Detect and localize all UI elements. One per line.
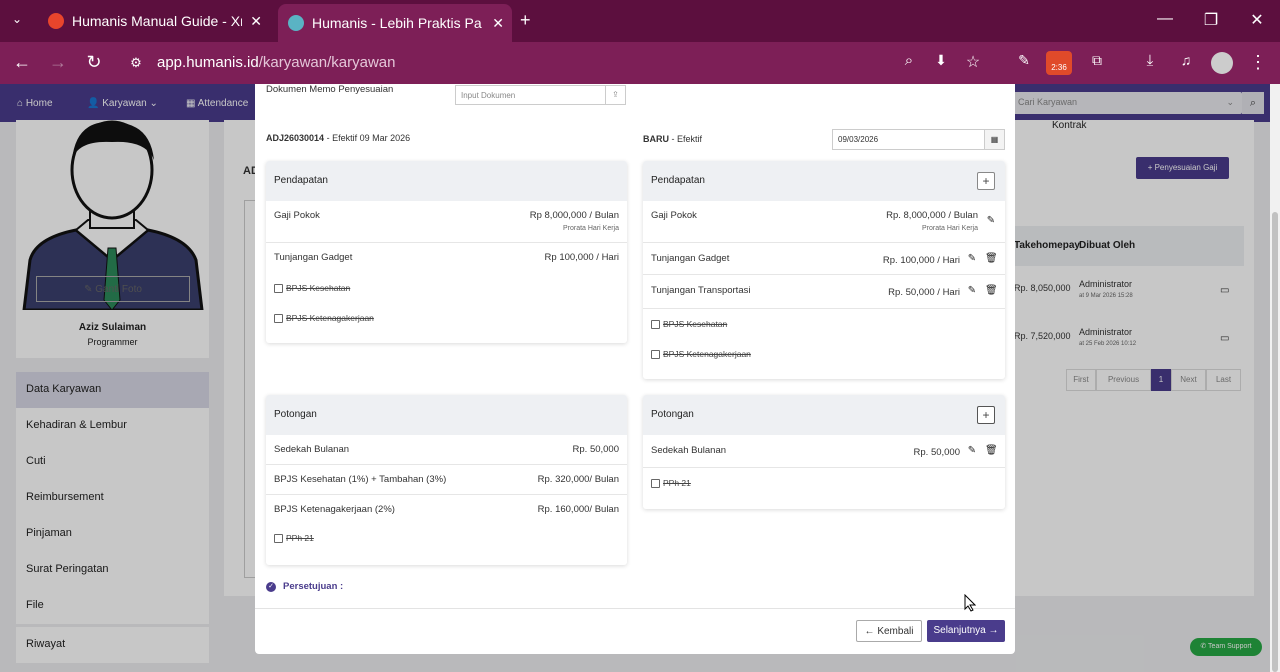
humanis-favicon-icon: [288, 15, 304, 31]
bpjs-kesehatan-checkbox[interactable]: [274, 284, 283, 293]
pph21-checkbox[interactable]: [651, 479, 660, 488]
downloads-icon[interactable]: ⤓: [1139, 52, 1161, 69]
trash-icon[interactable]: 🗑: [985, 253, 998, 264]
pph21-label: PPh 21: [663, 478, 691, 488]
pph21-label: PPh 21: [286, 533, 314, 543]
back-button[interactable]: ← Kembali: [856, 620, 922, 642]
add-income-button[interactable]: +: [977, 172, 995, 190]
zoom-icon[interactable]: ⌕: [898, 52, 920, 69]
bpjs-tk-label: BPJS Ketenagakerjaan: [286, 313, 374, 323]
scrollbar-thumb[interactable]: [1272, 212, 1278, 672]
bpjs-kesehatan-label: BPJS Kesehatan: [286, 283, 351, 293]
footer-divider: [255, 608, 1015, 609]
edit-icon[interactable]: ✎: [985, 215, 997, 226]
bpjs-kesehatan-label: BPJS Kesehatan: [663, 319, 728, 329]
timer-extension-badge[interactable]: 2:36: [1046, 51, 1072, 75]
back-icon[interactable]: ←: [11, 52, 33, 73]
tab-humanis[interactable]: Humanis - Lebih Praktis Pakai Humanis ✕: [278, 4, 512, 42]
add-deduction-button[interactable]: +: [977, 406, 995, 424]
edit-icon[interactable]: ✎: [966, 253, 978, 264]
check-circle-icon: ✓: [266, 582, 276, 592]
window-close-icon[interactable]: ✕: [1246, 10, 1268, 30]
reload-icon[interactable]: ↻: [83, 52, 105, 73]
right-income-card: Pendapatan + Gaji Pokok Rp. 8,000,000 / …: [643, 161, 1005, 379]
new-tab-icon[interactable]: +: [520, 10, 531, 31]
upload-icon[interactable]: ⇪: [605, 86, 625, 104]
restore-icon[interactable]: ❐: [1200, 10, 1222, 30]
minimize-icon[interactable]: —: [1154, 10, 1176, 28]
doc-label: Dokumen Memo Penyesuaian: [266, 84, 394, 95]
browser-menu-icon[interactable]: ⋮: [1247, 52, 1269, 73]
trash-icon[interactable]: 🗑: [985, 445, 998, 456]
list-item: Tunjangan Gadget Rp. 100,000 / Hari ✎ 🗑: [643, 243, 1005, 275]
card-title: Potongan: [643, 395, 1005, 435]
list-item: Sedekah Bulanan Rp. 50,000: [266, 435, 627, 465]
tab-list-chevron-icon[interactable]: ⌄: [12, 12, 22, 26]
extensions-puzzle-icon[interactable]: ⧉: [1086, 52, 1108, 69]
next-button[interactable]: Selanjutnya →: [927, 620, 1005, 642]
pph21-checkbox[interactable]: [274, 534, 283, 543]
site-info-icon[interactable]: ⚙: [125, 55, 147, 71]
card-title: Pendapatan: [643, 161, 1005, 201]
calendar-icon[interactable]: ▦: [984, 130, 1004, 149]
left-income-card: Pendapatan Gaji Pokok Rp 8,000,000 / Bul…: [266, 161, 627, 343]
mouse-cursor-icon: [964, 594, 976, 612]
trash-icon[interactable]: 🗑: [985, 285, 998, 296]
bpjs-tk-checkbox[interactable]: [651, 350, 660, 359]
left-deduction-card: Potongan Sedekah Bulanan Rp. 50,000 BPJS…: [266, 395, 627, 565]
card-title: Pendapatan: [266, 161, 627, 201]
list-item: Sedekah Bulanan Rp. 50,000 ✎ 🗑: [643, 435, 1005, 468]
install-app-icon[interactable]: ⬇: [930, 52, 952, 69]
close-tab-icon[interactable]: ✕: [250, 13, 262, 30]
effective-date-input[interactable]: 09/03/2026 ▦: [832, 129, 1005, 150]
left-header: ADJ26030014 - Efektif 09 Mar 2026: [266, 133, 411, 143]
list-item: Gaji Pokok Rp 8,000,000 / Bulan Prorata …: [266, 201, 627, 243]
tab-xmind[interactable]: Humanis Manual Guide - Xmind ✕: [38, 6, 270, 36]
approval-label: Persetujuan :: [283, 581, 344, 592]
list-item: Gaji Pokok Rp. 8,000,000 / Bulan Prorata…: [643, 201, 1005, 243]
forward-icon[interactable]: →: [47, 52, 69, 73]
doc-upload-input[interactable]: Input Dokumen ⇪: [455, 85, 626, 105]
page-scrollbar[interactable]: [1270, 84, 1280, 672]
list-item: Tunjangan Gadget Rp 100,000 / Hari: [274, 252, 619, 263]
xmind-favicon-icon: [48, 13, 64, 29]
salary-adjustment-modal: Dokumen Memo Penyesuaian Input Dokumen ⇪ …: [255, 84, 1015, 654]
bpjs-tk-checkbox[interactable]: [274, 314, 283, 323]
url-field[interactable]: app.humanis.id/karyawan/karyawan: [157, 54, 395, 71]
extension-feather-icon[interactable]: ✎: [1013, 52, 1035, 69]
close-tab-icon[interactable]: ✕: [492, 15, 504, 32]
profile-avatar[interactable]: [1211, 52, 1233, 74]
list-item: Tunjangan Transportasi Rp. 50,000 / Hari…: [643, 275, 1005, 309]
bookmark-star-icon[interactable]: ☆: [962, 52, 984, 72]
right-deduction-card: Potongan + Sedekah Bulanan Rp. 50,000 ✎ …: [643, 395, 1005, 509]
card-title: Potongan: [266, 395, 627, 435]
bpjs-kesehatan-checkbox[interactable]: [651, 320, 660, 329]
edit-icon[interactable]: ✎: [966, 445, 978, 456]
media-control-icon[interactable]: ♫: [1175, 52, 1197, 68]
right-header: BARU - Efektif: [643, 134, 703, 144]
bpjs-tk-label: BPJS Ketenagakerjaan: [663, 349, 751, 359]
list-item: BPJS Ketenagakerjaan (2%) Rp. 160,000/ B…: [274, 504, 619, 515]
edit-icon[interactable]: ✎: [966, 285, 978, 296]
list-item: BPJS Kesehatan (1%) + Tambahan (3%) Rp. …: [266, 465, 627, 495]
